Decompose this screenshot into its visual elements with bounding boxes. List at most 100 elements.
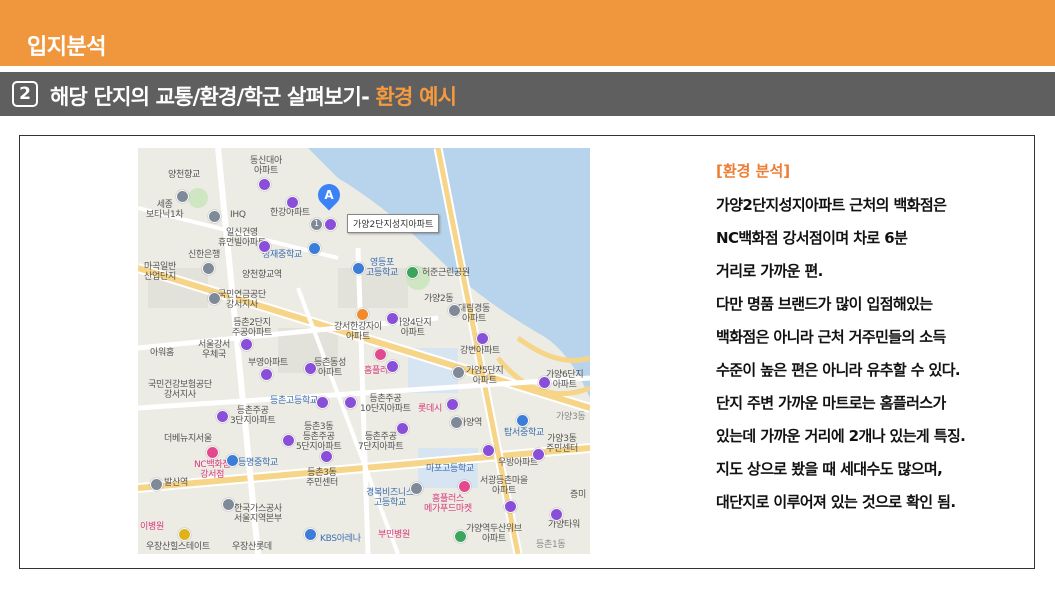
map-label: 등명중학교 (238, 458, 278, 468)
map-label: 양천향교 (168, 170, 200, 180)
apartment-pin-icon[interactable] (316, 396, 329, 409)
analysis-line: 거리로 가까운 편. (716, 262, 823, 280)
map-label: 마포고등학교 (426, 464, 474, 474)
map-label: 등촌고등학교 (270, 396, 318, 406)
analysis-line: 수준이 높은 편은 아니라 유추할 수 있다. (716, 361, 961, 379)
apartment-pin-icon[interactable] (532, 448, 545, 461)
school-pin-icon[interactable] (352, 262, 365, 275)
map-label: 가양6단지 아파트 (546, 370, 584, 390)
place-pin-icon[interactable] (452, 366, 465, 379)
apartment-pin-icon[interactable] (476, 332, 489, 345)
apartment-pin-icon[interactable] (260, 368, 273, 381)
map-label: 한강아파트 (270, 208, 310, 218)
map-label: 등촌1동 (536, 540, 566, 550)
map-label: 롯데시 (418, 404, 442, 414)
map-label: NC백화점 강서점 (194, 460, 231, 480)
map-label: 신한은행 (188, 250, 220, 260)
analysis-line: 지도 상으로 봤을 때 세대수도 많으며, (716, 460, 943, 478)
school-pin-icon[interactable] (516, 414, 529, 427)
station-pin-icon[interactable] (450, 416, 463, 429)
apartment-pin-icon[interactable] (324, 218, 337, 231)
map-label: 마곡일반 산업단지 (144, 262, 176, 282)
map-label: 허준근린공원 (422, 268, 470, 278)
map-label: 서울강서 우체국 (198, 340, 230, 360)
analysis-panel: [환경 분석] 가양2단지성지아파트 근처의 백화점은 NC백화점 강서점이며 … (716, 160, 1036, 524)
mart-pin-icon[interactable] (458, 480, 471, 493)
map-label: 영등포 고등학교 (366, 258, 398, 278)
section-heading: 해당 단지의 교통/환경/학군 살펴보기- 환경 예시 (50, 81, 457, 111)
map-label: 가양타워 (548, 520, 580, 530)
map-label: 양천향교역 (242, 270, 282, 280)
analysis-line: 단지 주변 가까운 마트로는 홈플러스가 (716, 394, 946, 412)
map-label: 강서한강자이 아파트 (334, 322, 382, 342)
map-label: IHQ (230, 210, 246, 220)
map-label: 가양2동 (424, 294, 454, 304)
station-pin-icon[interactable] (150, 478, 163, 491)
map-label: 우장산힐스테이트 (146, 542, 210, 552)
apartment-pin-icon[interactable] (550, 508, 563, 521)
map-label: 국민연금공단 강서지사 (218, 290, 266, 310)
apartment-highlight-pin-icon[interactable] (356, 308, 369, 321)
school-pin-icon[interactable] (226, 454, 239, 467)
office-pin-icon[interactable] (222, 498, 235, 511)
apartment-pin-icon[interactable] (386, 312, 399, 325)
map-label: 가양4단지 아파트 (394, 318, 432, 338)
map-label: 강변아파트 (460, 346, 500, 356)
apartment-pin-icon[interactable] (396, 422, 409, 435)
apartment-pin-icon[interactable] (286, 196, 299, 209)
place-pin-icon[interactable] (208, 210, 221, 223)
apartment-pin-icon[interactable] (386, 360, 399, 373)
map-image: 동신대아 아파트 양천향교 세종 보타닉1차 IHQ 한강아파트 일신건영 휴먼빌아파… (138, 148, 590, 554)
apartment-pin-icon[interactable] (504, 500, 517, 513)
map-label: 가양역두산위브 아파트 (466, 524, 522, 544)
selected-location-pin-icon[interactable]: A (313, 179, 345, 211)
map-label: 등촌3동 주민센터 (306, 468, 338, 488)
school-pin-icon[interactable] (308, 242, 321, 255)
park-pin-icon[interactable] (406, 266, 419, 279)
apartment-pin-icon[interactable] (282, 434, 295, 447)
analysis-line: 있는데 가까운 거리에 2개나 있는게 특징. (716, 427, 966, 445)
map-label: 세종 보타닉1차 (146, 200, 184, 220)
map-label: 등촌주공 7단지아파트 (358, 432, 404, 452)
apartment-pin-icon[interactable] (216, 410, 229, 423)
map-label: 탑서중학교 (504, 428, 544, 438)
hospital-pin-icon[interactable] (454, 530, 467, 543)
map-label: 대림경동 아파트 (458, 304, 490, 324)
apartment-pin-icon[interactable] (446, 398, 459, 411)
map-label: 등촌주공 10단지아파트 (360, 394, 411, 414)
place-pin-icon[interactable] (410, 482, 423, 495)
map-label: 부영아파트 (248, 358, 288, 368)
map-label: 더베뉴지서울 (164, 434, 212, 444)
map-label: 등촌동성 아파트 (314, 358, 346, 378)
apartment-pin-icon[interactable] (304, 362, 317, 375)
apartment-pin-icon[interactable] (258, 178, 271, 191)
mart-pin-icon[interactable] (374, 348, 387, 361)
apartment-pin-icon[interactable] (482, 444, 495, 457)
place-pin-icon[interactable] (448, 304, 461, 317)
map-label: 경복비즈니스 고등학교 (366, 488, 414, 508)
department-store-pin-icon[interactable] (206, 446, 219, 459)
apartment-pin-icon[interactable] (258, 240, 271, 253)
map-label: 가양5단지 아파트 (466, 366, 504, 386)
apartment-pin-icon[interactable] (344, 396, 357, 409)
arena-pin-icon[interactable] (304, 528, 317, 541)
map-label: 동신대아 아파트 (250, 156, 282, 176)
place-pin-icon[interactable] (176, 190, 189, 203)
section-number: 2 (12, 81, 38, 107)
location-callout: 가양2단지성지아파트 (347, 214, 440, 233)
map-label: 한국가스공사 서울지역본부 (234, 504, 282, 524)
office-pin-icon[interactable] (208, 292, 221, 305)
map-label: 우장산롯데 (232, 542, 272, 552)
apartment-pin-icon[interactable] (240, 338, 253, 351)
section-bar: 2 해당 단지의 교통/환경/학군 살펴보기- 환경 예시 (0, 72, 1055, 116)
poi-pin-icon[interactable] (178, 528, 191, 541)
page-title: 입지분석 (27, 35, 106, 60)
section-heading-accent: 환경 예시 (375, 85, 457, 109)
map-label: 등촌2단지 주공아파트 (232, 318, 272, 338)
bank-pin-icon[interactable] (202, 262, 215, 275)
analysis-line: NC백화점 강서점이며 차로 6분 (716, 229, 908, 247)
map-label: 서광등촌마을 아파트 (480, 476, 528, 496)
analysis-line: 가양2단지성지아파트 근처의 백화점은 (716, 196, 947, 214)
apartment-pin-icon[interactable] (538, 376, 551, 389)
apartment-pin-icon[interactable] (320, 450, 333, 463)
